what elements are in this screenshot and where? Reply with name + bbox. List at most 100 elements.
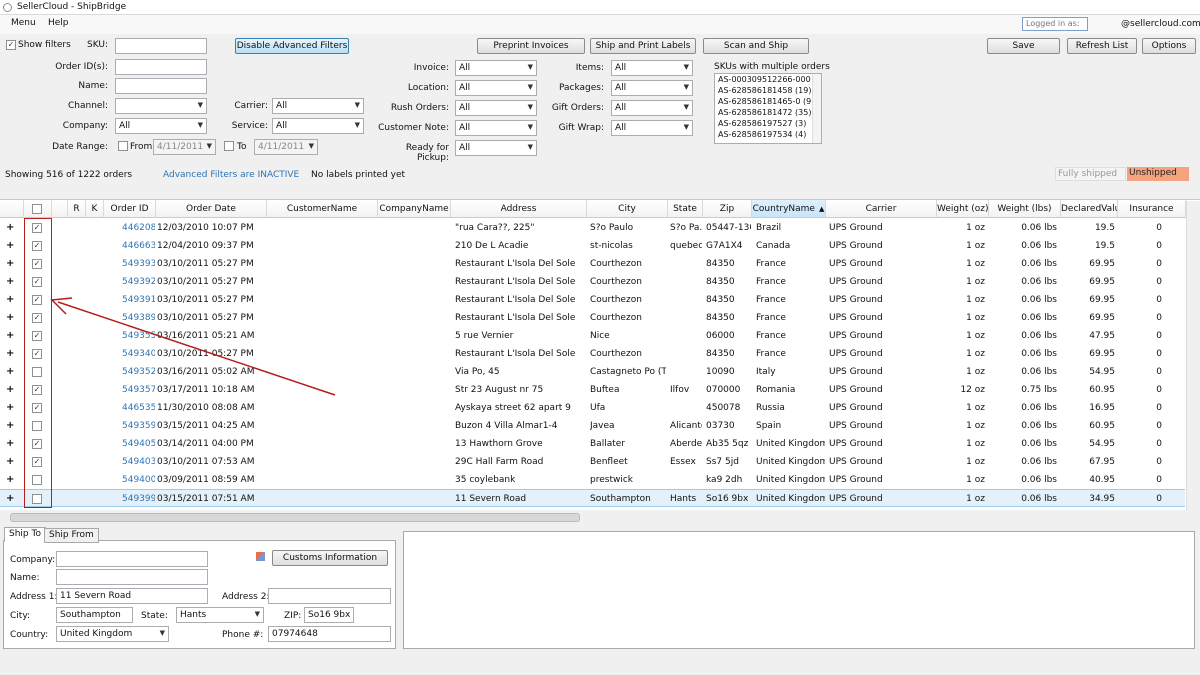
skus-multiple-list[interactable]: AS-000309512266-000 AS-628586181458 (19)… (714, 73, 822, 144)
table-row[interactable]: + ✓ 549391 03/10/2011 05:27 PM Restaurant L'… (0, 291, 1185, 309)
to-checkbox[interactable] (224, 141, 234, 151)
expand-header[interactable] (0, 200, 24, 218)
cell-order-id[interactable]: 549405 (122, 439, 155, 449)
header-customer-name[interactable]: CustomerName (267, 200, 378, 218)
sku-list-scrollbar[interactable] (812, 74, 821, 143)
carrier-select[interactable]: All ▼ (272, 98, 364, 114)
table-row[interactable]: + ✓ 549340 03/10/2011 05:27 PM Restaurant L'… (0, 345, 1185, 363)
table-row[interactable]: +549400 03/09/2011 08:59 AM 35 coylebank pr… (0, 471, 1185, 489)
customs-information-button[interactable]: Customs Information (272, 550, 388, 566)
table-row[interactable]: + ✓ 446663 12/04/2010 09:37 PM 210 De L Acad… (0, 237, 1185, 255)
sku-list-item[interactable]: AS-628586197527 (3) (715, 118, 821, 129)
select-all-checkbox[interactable] (32, 204, 42, 214)
cell-order-id[interactable]: 549403 (122, 457, 155, 467)
ready-pickup-select[interactable]: All ▼ (455, 140, 537, 156)
rush-orders-select[interactable]: All ▼ (455, 100, 537, 116)
header-k[interactable]: K (86, 200, 104, 218)
expand-row-icon[interactable]: + (6, 366, 14, 377)
expand-row-icon[interactable]: + (6, 456, 14, 467)
expand-row-icon[interactable]: + (6, 294, 14, 305)
location-select[interactable]: All ▼ (455, 80, 537, 96)
cell-order-id[interactable]: 549392 (122, 277, 155, 287)
cell-order-id[interactable]: 549399 (122, 494, 155, 504)
expand-row-icon[interactable]: + (6, 330, 14, 341)
header-country-name[interactable]: CountryName ▲ (752, 200, 826, 218)
save-button[interactable]: Save (987, 38, 1060, 54)
expand-row-icon[interactable]: + (6, 438, 14, 449)
header-address[interactable]: Address (451, 200, 587, 218)
gift-orders-select[interactable]: All ▼ (611, 100, 693, 116)
horizontal-scroll-thumb[interactable] (10, 513, 580, 522)
expand-row-icon[interactable]: + (6, 474, 14, 485)
sku-list-item[interactable]: AS-628586181472 (35) (715, 107, 821, 118)
expand-row-icon[interactable]: + (6, 240, 14, 251)
cell-order-id[interactable]: 549400 (122, 475, 155, 485)
table-row[interactable]: +549399 03/15/2011 07:51 AM 11 Severn Road… (0, 489, 1185, 507)
cell-order-id[interactable]: 446208 (122, 223, 155, 233)
order-ids-input[interactable] (115, 59, 207, 75)
expand-row-icon[interactable]: + (6, 258, 14, 269)
sku-list-item[interactable]: AS-000309512266-000 (715, 74, 821, 85)
advanced-filters-status[interactable]: Advanced Filters are INACTIVE (163, 170, 299, 180)
expand-row-icon[interactable]: + (6, 222, 14, 233)
state-select[interactable]: Hants ▼ (176, 607, 264, 623)
table-row[interactable]: + ✓ 549393 03/10/2011 05:27 PM Restaurant L'… (0, 255, 1185, 273)
table-row[interactable]: +549359 03/15/2011 04:25 AM Buzon 4 Villa … (0, 417, 1185, 435)
header-order-date[interactable]: Order Date (156, 200, 267, 218)
expand-row-icon[interactable]: + (6, 384, 14, 395)
cell-order-id[interactable]: 549389 (122, 313, 155, 323)
cell-order-id[interactable]: 549352 (122, 367, 155, 377)
service-select[interactable]: All ▼ (272, 118, 364, 134)
header-company-name[interactable]: CompanyName (378, 200, 451, 218)
header-order-id[interactable]: Order ID (104, 200, 156, 218)
expand-row-icon[interactable]: + (6, 312, 14, 323)
sku-list-item[interactable]: AS-628586181465-0 (9 (715, 96, 821, 107)
channel-select[interactable]: ▼ (115, 98, 207, 114)
refresh-list-button[interactable]: Refresh List (1067, 38, 1137, 54)
cell-order-id[interactable]: 549391 (122, 295, 155, 305)
packages-select[interactable]: All ▼ (611, 80, 693, 96)
cell-order-id[interactable]: 549393 (122, 259, 155, 269)
menu-menu[interactable]: Menu (11, 18, 36, 28)
header-weight-oz[interactable]: Weight (oz) (937, 200, 989, 218)
table-row[interactable]: + ✓ 549357 03/17/2011 10:18 AM Str 23 August… (0, 381, 1185, 399)
expand-row-icon[interactable]: + (6, 493, 14, 504)
expand-row-icon[interactable]: + (6, 276, 14, 287)
cell-order-id[interactable]: 549355 (122, 331, 155, 341)
table-row[interactable]: + ✓ 446208 12/03/2010 10:07 PM "rua Cara??, … (0, 219, 1185, 237)
address1-input[interactable]: 11 Severn Road (56, 588, 208, 604)
orders-grid[interactable]: R K Order ID Order Date CustomerName Com… (0, 199, 1200, 512)
expand-row-icon[interactable]: + (6, 348, 14, 359)
table-row[interactable]: + ✓ 549403 03/10/2011 07:53 AM 29C Hall Farm… (0, 453, 1185, 471)
header-insurance[interactable]: Insurance (1118, 200, 1186, 218)
to-date-picker[interactable]: 4/11/2011 ▼ (254, 139, 318, 155)
sku-list-item[interactable]: AS-628586197534 (4) (715, 129, 821, 140)
cell-order-id[interactable]: 549357 (122, 385, 155, 395)
gift-wrap-select[interactable]: All ▼ (611, 120, 693, 136)
table-row[interactable]: + ✓ 549355 03/16/2011 05:21 AM 5 rue Vernier… (0, 327, 1185, 345)
cell-order-id[interactable]: 446535 (122, 403, 155, 413)
country-select[interactable]: United Kingdom ▼ (56, 626, 169, 642)
table-row[interactable]: + ✓ 446535 11/30/2010 08:08 AM Ayskaya stree… (0, 399, 1185, 417)
disable-advanced-filters-button[interactable]: Disable Advanced Filters (235, 38, 349, 54)
expand-row-icon[interactable]: + (6, 420, 14, 431)
address2-input[interactable] (268, 588, 391, 604)
table-row[interactable]: + ✓ 549392 03/10/2011 05:27 PM Restaurant L'… (0, 273, 1185, 291)
tab-ship-to[interactable]: Ship To (4, 527, 46, 542)
tab-ship-from[interactable]: Ship From (44, 528, 99, 543)
city-input[interactable]: Southampton (56, 607, 133, 623)
from-date-picker[interactable]: 4/11/2011 ▼ (153, 139, 216, 155)
cell-order-id[interactable]: 549359 (122, 421, 155, 431)
preprint-invoices-button[interactable]: Preprint Invoices (477, 38, 585, 54)
from-checkbox[interactable] (118, 141, 128, 151)
phone-input[interactable]: 07974648 (268, 626, 391, 642)
ship-print-labels-button[interactable]: Ship and Print Labels (590, 38, 696, 54)
table-row[interactable]: +549352 03/16/2011 05:02 AM Via Po, 45 Cast… (0, 363, 1185, 381)
header-state[interactable]: State (668, 200, 703, 218)
name-input[interactable] (115, 78, 207, 94)
show-filters-checkbox[interactable]: ✓ (6, 40, 16, 50)
header-weight-lbs[interactable]: Weight (lbs) (989, 200, 1061, 218)
zip-input[interactable]: So16 9bx (304, 607, 354, 623)
expand-row-icon[interactable]: + (6, 402, 14, 413)
cell-order-id[interactable]: 446663 (122, 241, 155, 251)
